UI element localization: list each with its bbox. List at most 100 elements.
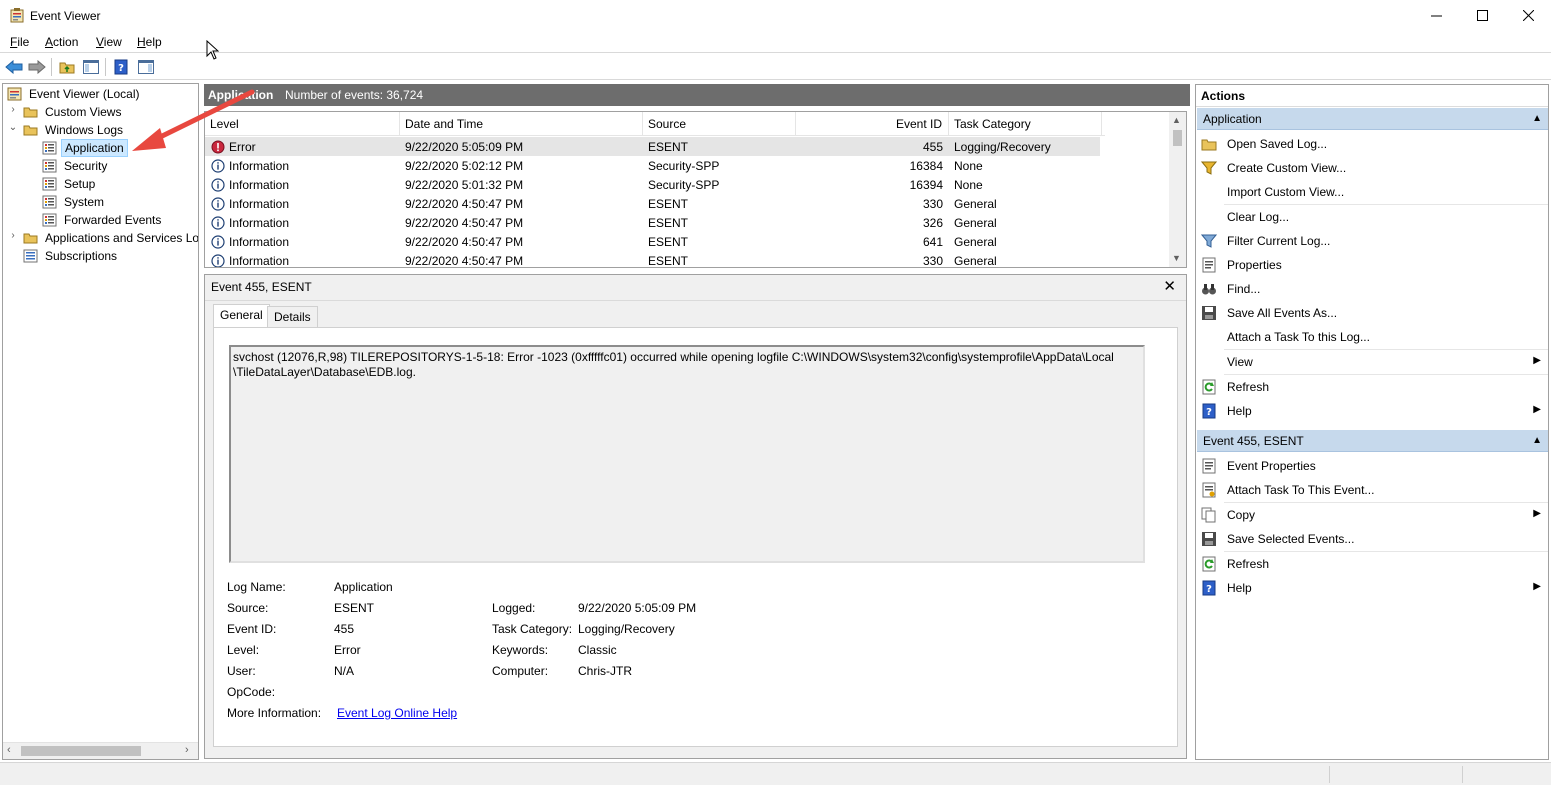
cell-event-id: 455 [922,139,943,154]
action-open-saved-log[interactable]: Open Saved Log... [1196,132,1548,156]
up-folder-button[interactable] [57,57,77,77]
action-save-all-events-as[interactable]: Save All Events As... [1196,301,1548,325]
toolbar-separator [105,58,106,76]
chevron-down-icon[interactable]: ⌄ [8,122,18,133]
close-detail-icon[interactable]: ✕ [1163,277,1176,295]
tree-item-applications-and-services[interactable]: Applications and Services Lo [23,229,198,247]
event-row[interactable]: Information 9/22/2020 4:50:47 PM ESENT 330 G… [205,194,1100,213]
help-toolbar-button[interactable]: ? [111,57,131,77]
action-view[interactable]: View ▶ [1196,350,1548,374]
level-text: Information [229,196,290,211]
action-save-selected-events[interactable]: Save Selected Events... [1196,527,1548,551]
action-help[interactable]: ? Help ▶ [1196,399,1548,423]
show-hide-tree-button[interactable] [81,57,101,77]
action-icon-slot [1201,209,1217,225]
window-title: Event Viewer [30,9,101,23]
chevron-right-icon[interactable]: › [8,104,18,115]
event-description[interactable]: svchost (12076,R,98) TILEREPOSITORYS-1-5… [229,345,1145,563]
scrollbar-thumb[interactable] [21,746,141,756]
action-clear-log[interactable]: Clear Log... [1196,205,1548,229]
event-row[interactable]: Information 9/22/2020 5:01:32 PM Security-… [205,175,1100,194]
action-help[interactable]: ? Help ▶ [1196,576,1548,600]
cell-task-category: Logging/Recovery [954,139,1051,154]
label-keywords: Keywords: [492,643,549,657]
close-button[interactable] [1505,0,1551,31]
scroll-left-icon[interactable]: ‹ [7,744,11,756]
action-attach-task-to-this-event[interactable]: Attach Task To This Event... [1196,478,1548,502]
event-row[interactable]: Information 9/22/2020 4:50:47 PM ESENT 326 G… [205,213,1100,232]
attach-task-icon [1202,482,1216,498]
action-filter-current-log[interactable]: Filter Current Log... [1196,229,1548,253]
tree-item-windows-logs[interactable]: Windows Logs [23,121,126,139]
forward-button[interactable] [27,57,47,77]
action-properties[interactable]: Properties [1196,253,1548,277]
forward-arrow-icon [28,60,46,74]
action-import-custom-view[interactable]: Import Custom View... [1196,180,1548,204]
action-icon-slot [1201,305,1217,321]
tree-item-security[interactable]: Security [42,157,110,175]
column-header-task-category[interactable]: Task Category [949,112,1102,136]
cell-event-id: 330 [922,196,943,211]
show-hide-action-pane-button[interactable] [136,57,156,77]
action-refresh[interactable]: Refresh [1196,552,1548,576]
event-list-vertical-scrollbar[interactable]: ▲ ▼ [1169,112,1186,267]
action-event-properties[interactable]: Event Properties [1196,454,1548,478]
action-label: Refresh [1227,557,1270,571]
tab-details[interactable]: Details [267,306,318,328]
menu-view[interactable]: View [96,35,122,49]
information-icon [211,196,225,211]
event-row[interactable]: Error 9/22/2020 5:05:09 PM ESENT 455 Logging… [205,137,1100,156]
action-label: Properties [1227,258,1282,272]
action-find[interactable]: Find... [1196,277,1548,301]
menu-file[interactable]: File [10,35,29,49]
event-row[interactable]: Information 9/22/2020 4:50:47 PM ESENT 641 G… [205,232,1100,251]
level-text: Information [229,158,290,173]
minimize-button[interactable] [1413,0,1459,31]
action-attach-a-task-to-this-log[interactable]: Attach a Task To this Log... [1196,325,1548,349]
actions-section-application[interactable]: Application ▲ [1197,108,1548,130]
tree-item-system[interactable]: System [42,193,107,211]
action-copy[interactable]: Copy ▶ [1196,503,1548,527]
console-tree: Event Viewer (Local) › Custom Views ⌄ Wi… [2,83,199,760]
column-header-source[interactable]: Source [643,112,796,136]
event-viewer-icon [7,87,22,101]
actions-section-event[interactable]: Event 455, ESENT ▲ [1197,430,1548,452]
scroll-right-icon[interactable]: › [185,744,189,756]
scroll-down-icon[interactable]: ▼ [1172,253,1181,263]
tree-item-event-viewer-local[interactable]: Event Viewer (Local) [7,85,143,103]
minimize-icon [1430,15,1442,17]
maximize-button[interactable] [1459,0,1505,31]
event-log-online-help-link[interactable]: Event Log Online Help [337,706,457,720]
tree-item-subscriptions[interactable]: Subscriptions [23,247,120,265]
scroll-up-icon[interactable]: ▲ [1172,115,1181,125]
back-button[interactable] [4,57,24,77]
menu-help[interactable]: Help [137,35,162,49]
information-icon [211,253,225,267]
tree-item-setup[interactable]: Setup [42,175,98,193]
tree-horizontal-scrollbar[interactable]: ‹ › [3,742,198,759]
action-create-custom-view[interactable]: Create Custom View... [1196,156,1548,180]
tab-general[interactable]: General [213,304,270,328]
action-label: Save All Events As... [1227,306,1338,320]
action-icon-slot [1201,257,1217,273]
chevron-right-icon[interactable]: › [8,230,18,241]
column-header-date-time[interactable]: Date and Time [400,112,643,136]
collapse-up-icon[interactable]: ▲ [1532,435,1542,446]
help-icon: ? [1202,403,1216,419]
column-header-level[interactable]: Level [205,112,400,136]
tree-item-application[interactable]: Application [42,139,128,157]
svg-text:?: ? [118,63,124,74]
log-icon [42,213,57,227]
save-icon [1202,532,1216,546]
scrollbar-thumb[interactable] [1173,130,1182,146]
menu-action[interactable]: Action [45,35,78,49]
column-header-event-id[interactable]: Event ID [796,112,949,136]
tree-item-custom-views[interactable]: Custom Views [23,103,124,121]
tree-item-forwarded-events[interactable]: Forwarded Events [42,211,164,229]
action-refresh[interactable]: Refresh [1196,375,1548,399]
collapse-up-icon[interactable]: ▲ [1532,113,1542,124]
event-row[interactable]: Information 9/22/2020 4:50:47 PM ESENT 330 G… [205,251,1100,267]
filter-icon [1201,234,1217,248]
refresh-icon [1202,379,1216,395]
event-row[interactable]: Information 9/22/2020 5:02:12 PM Security-… [205,156,1100,175]
